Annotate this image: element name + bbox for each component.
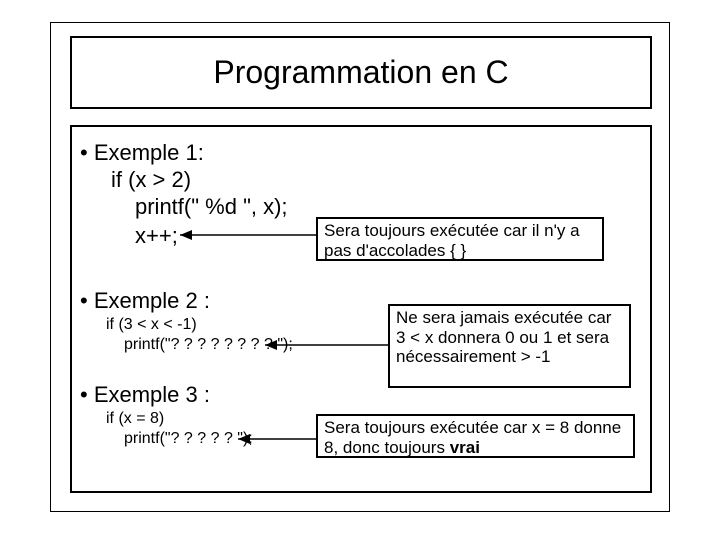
example-1-note-text: Sera toujours exécutée car il n'y a pas … xyxy=(324,221,580,260)
example-1-bullet: • Exemple 1: xyxy=(80,140,204,166)
title-frame: Programmation en C xyxy=(70,36,652,109)
arrow-icon xyxy=(238,438,316,439)
example-1-code-line-2: printf(" %d ", x); xyxy=(135,194,288,220)
example-1-code-line-3: x++; xyxy=(135,223,178,249)
example-3-note-bold: vrai xyxy=(450,438,480,457)
example-1-code-line-1: if (x > 2) xyxy=(111,167,191,193)
example-2-bullet: • Exemple 2 : xyxy=(80,288,210,314)
example-1-note-box: Sera toujours exécutée car il n'y a pas … xyxy=(316,217,604,261)
example-3-code-line-2: printf("? ? ? ? ? "); xyxy=(124,430,253,448)
slide-title: Programmation en C xyxy=(213,54,508,91)
arrow-icon xyxy=(180,234,316,235)
arrow-icon xyxy=(265,344,388,345)
example-3-bullet: • Exemple 3 : xyxy=(80,382,210,408)
example-2-code-line-1: if (3 < x < -1) xyxy=(106,316,197,334)
example-2-note-text: Ne sera jamais exécutée car 3 < x donner… xyxy=(396,308,611,366)
example-3-code-line-1: if (x = 8) xyxy=(106,410,164,428)
example-2-note-box: Ne sera jamais exécutée car 3 < x donner… xyxy=(388,304,631,388)
example-3-note-box: Sera toujours exécutée car x = 8 donne 8… xyxy=(316,414,635,458)
